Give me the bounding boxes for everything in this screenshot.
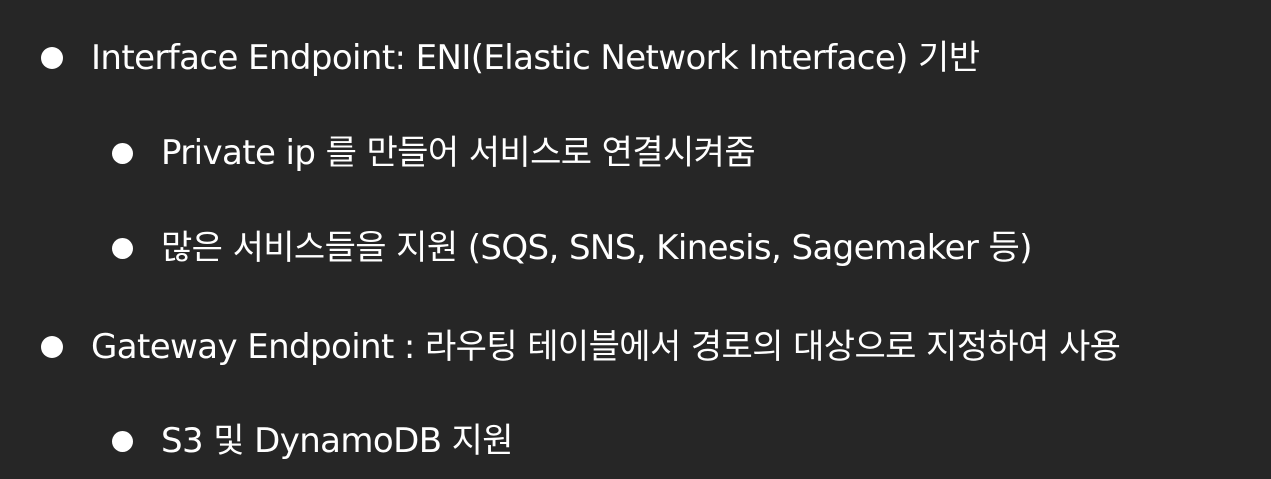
bullet-text: S3 및 DynamoDB 지원	[161, 421, 514, 461]
bullet-item-interface-endpoint: Interface Endpoint: ENI(Elastic Network …	[41, 38, 980, 78]
bullet-text: Gateway Endpoint : 라우팅 테이블에서 경로의 대상으로 지정…	[91, 327, 1121, 367]
sub-bullet-item-supported-services: 많은 서비스들을 지원 (SQS, SNS, Kinesis, Sagemake…	[112, 228, 1032, 268]
bullet-item-gateway-endpoint: Gateway Endpoint : 라우팅 테이블에서 경로의 대상으로 지정…	[41, 327, 1121, 367]
bullet-text: Private ip 를 만들어 서비스로 연결시켜줌	[161, 133, 756, 173]
bullet-dot-icon	[112, 430, 133, 452]
bullet-dot-icon	[112, 237, 133, 259]
bullet-list: Interface Endpoint: ENI(Elastic Network …	[0, 0, 1271, 479]
bullet-dot-icon	[112, 142, 133, 164]
sub-bullet-item-private-ip: Private ip 를 만들어 서비스로 연결시켜줌	[112, 133, 756, 173]
bullet-text: Interface Endpoint: ENI(Elastic Network …	[91, 38, 980, 78]
sub-bullet-item-s3-dynamodb: S3 및 DynamoDB 지원	[112, 421, 514, 461]
bullet-dot-icon	[41, 336, 63, 358]
bullet-dot-icon	[41, 47, 63, 69]
bullet-text: 많은 서비스들을 지원 (SQS, SNS, Kinesis, Sagemake…	[161, 228, 1032, 268]
